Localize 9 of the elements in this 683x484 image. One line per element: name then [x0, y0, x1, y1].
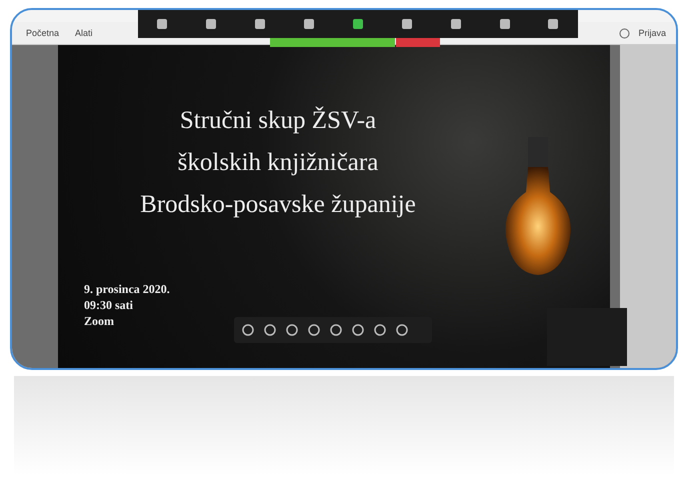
slide-title-line: Stručni skup ŽSV-a — [180, 106, 376, 136]
slide-detail-text: 9. prosinca 2020. — [84, 281, 170, 297]
slide-detail-text: Zoom — [84, 313, 115, 329]
toolbar-tab[interactable]: Alati — [71, 26, 97, 40]
slide-detail-text: 09:30 sati — [84, 297, 134, 313]
toolbar-tab[interactable]: Početna — [22, 26, 64, 40]
slide-title-line: školskih knjižničara — [178, 148, 378, 178]
slide-title-line: Brodsko-posavske županije — [140, 190, 416, 220]
sign-in-link[interactable]: Prijava — [638, 28, 666, 38]
